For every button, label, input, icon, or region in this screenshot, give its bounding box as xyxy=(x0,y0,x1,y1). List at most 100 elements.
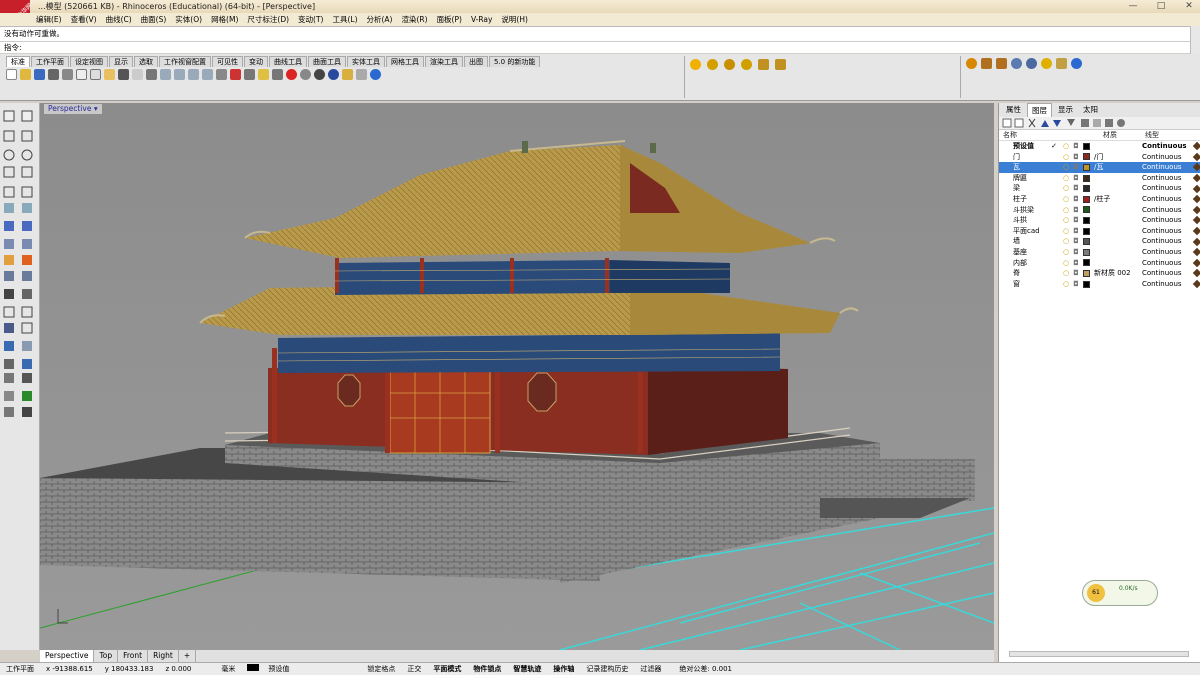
toolbar-tab[interactable]: 实体工具 xyxy=(347,56,385,67)
lock-icon[interactable]: ◘ xyxy=(1071,162,1081,173)
color-wheel-icon[interactable] xyxy=(286,69,297,80)
lock-icon[interactable]: ◘ xyxy=(1071,236,1081,247)
panel-scrollbar[interactable] xyxy=(1009,651,1189,657)
menu-item[interactable]: 面板(P) xyxy=(437,13,462,26)
new-file-icon[interactable] xyxy=(6,69,17,80)
pan-hand-icon[interactable] xyxy=(132,69,143,80)
lock-icon[interactable]: ◘ xyxy=(1071,183,1081,194)
layer-row[interactable]: 窗 ○ ◘ Continuous xyxy=(999,279,1200,290)
visibility-bulb-icon[interactable]: ○ xyxy=(1061,205,1071,216)
layer-color-swatch[interactable] xyxy=(1083,174,1090,182)
layer-color-swatch[interactable] xyxy=(1083,280,1090,288)
vray-light-icon[interactable] xyxy=(1056,58,1067,69)
menu-item[interactable]: 渲染(R) xyxy=(401,13,427,26)
panel-tab[interactable]: 属性 xyxy=(1002,103,1025,117)
toolbar-tab[interactable]: 渲染工具 xyxy=(425,56,463,67)
vray-options-icon[interactable] xyxy=(981,58,992,69)
layer-linetype[interactable]: Continuous xyxy=(1142,205,1194,216)
layer-color-swatch[interactable] xyxy=(1083,163,1090,171)
menu-item[interactable]: 编辑(E) xyxy=(36,13,62,26)
toolbar-tab[interactable]: 选取 xyxy=(134,56,158,67)
toolbar-tab[interactable]: 可见性 xyxy=(212,56,243,67)
layer-linetype[interactable]: Continuous xyxy=(1142,173,1194,184)
layer-row[interactable]: 梁 ○ ◘ Continuous xyxy=(999,183,1200,194)
toolbar-tab[interactable]: 5.0 的新功能 xyxy=(489,56,541,67)
close-button[interactable]: ✕ xyxy=(1182,0,1196,13)
lock-icon[interactable]: ◘ xyxy=(1071,268,1081,279)
layer-linetype[interactable]: Continuous xyxy=(1142,152,1194,163)
layer-color-swatch[interactable] xyxy=(1083,185,1090,193)
network-speed-widget[interactable]: 61 0.0K/s xyxy=(1082,580,1158,606)
visibility-bulb-icon[interactable]: ○ xyxy=(1061,173,1071,184)
visibility-bulb-icon[interactable]: ○ xyxy=(1061,141,1071,152)
panel-tab[interactable]: 显示 xyxy=(1054,103,1077,117)
layer-row[interactable]: 柱子 ○ ◘ /柱子 Continuous xyxy=(999,194,1200,205)
lock-icon[interactable]: ◘ xyxy=(1071,152,1081,163)
sun-light-icon[interactable] xyxy=(707,59,718,70)
undo-icon[interactable] xyxy=(118,69,129,80)
menu-item[interactable]: 分析(A) xyxy=(367,13,393,26)
layer-linetype[interactable]: Continuous xyxy=(1142,215,1194,226)
sun-sky-icon[interactable] xyxy=(741,59,752,70)
layer-color-swatch[interactable] xyxy=(1083,227,1090,235)
layer-row[interactable]: 斗拱 ○ ◘ Continuous xyxy=(999,215,1200,226)
menu-item[interactable]: 说明(H) xyxy=(501,13,528,26)
visibility-bulb-icon[interactable]: ○ xyxy=(1061,258,1071,269)
light-bulb-icon[interactable] xyxy=(258,69,269,80)
status-toggle[interactable]: 物件锁点 xyxy=(467,663,507,675)
status-toggle[interactable]: 记录建构历史 xyxy=(580,663,634,675)
vray-help-icon[interactable] xyxy=(1071,58,1082,69)
layer-row[interactable]: 基座 ○ ◘ Continuous xyxy=(999,247,1200,258)
toolbar-tab[interactable]: 工作视窗配置 xyxy=(159,56,211,67)
panel-tab[interactable]: 图层 xyxy=(1027,103,1052,117)
visibility-bulb-icon[interactable]: ○ xyxy=(1061,215,1071,226)
name-column-header[interactable]: 名称 xyxy=(999,130,1071,140)
visibility-bulb-icon[interactable]: ○ xyxy=(1061,268,1071,279)
toolbar-tab[interactable]: 显示 xyxy=(109,56,133,67)
viewport-tab[interactable]: + xyxy=(179,650,197,662)
visibility-bulb-icon[interactable]: ○ xyxy=(1061,247,1071,258)
open-folder-icon[interactable] xyxy=(20,69,31,80)
lock-icon[interactable]: ◘ xyxy=(1071,247,1081,258)
vray-render-icon[interactable] xyxy=(1011,58,1022,69)
layer-material[interactable]: /瓦 xyxy=(1094,162,1142,173)
vray-material-icon[interactable] xyxy=(966,58,977,69)
viewport-tab[interactable]: Top xyxy=(94,650,119,662)
menu-item[interactable]: 实体(O) xyxy=(175,13,202,26)
layout-icon[interactable] xyxy=(216,69,227,80)
current-layer-status[interactable]: 预设值 xyxy=(241,663,301,675)
minimize-button[interactable]: — xyxy=(1126,0,1140,13)
menu-item[interactable]: 查看(V) xyxy=(71,13,97,26)
layer-row[interactable]: 瓦 ○ ◘ /瓦 Continuous xyxy=(999,162,1200,173)
status-toggle[interactable]: 过滤器 xyxy=(634,663,667,675)
layer-linetype[interactable]: Continuous xyxy=(1142,141,1194,152)
sun-angle-icon[interactable] xyxy=(724,59,735,70)
cut-icon[interactable] xyxy=(76,69,87,80)
lock-icon[interactable]: ◘ xyxy=(1071,173,1081,184)
layer-linetype[interactable]: Continuous xyxy=(1142,162,1194,173)
layer-color-swatch[interactable] xyxy=(1083,259,1090,267)
toolbar-tab[interactable]: 网格工具 xyxy=(386,56,424,67)
render-sphere-icon[interactable] xyxy=(300,69,311,80)
layer-row[interactable]: 平面cad ○ ◘ Continuous xyxy=(999,226,1200,237)
linetype-column-header[interactable]: 线型 xyxy=(1145,130,1159,140)
status-toggle[interactable]: 正交 xyxy=(401,663,427,675)
vray-sun-icon[interactable] xyxy=(1041,58,1052,69)
vray-frame-icon[interactable] xyxy=(996,58,1007,69)
layer-color-swatch[interactable] xyxy=(1083,238,1090,246)
layer-color-swatch[interactable] xyxy=(1083,216,1090,224)
layer-row[interactable]: 斗拱梁 ○ ◘ Continuous xyxy=(999,205,1200,216)
layer-row[interactable]: 墙 ○ ◘ Continuous xyxy=(999,236,1200,247)
menu-item[interactable]: 变动(T) xyxy=(298,13,323,26)
layer-material[interactable]: /柱子 xyxy=(1094,194,1142,205)
layer-linetype[interactable]: Continuous xyxy=(1142,247,1194,258)
command-prompt[interactable]: 指令: xyxy=(0,41,1200,53)
visibility-bulb-icon[interactable]: ○ xyxy=(1061,226,1071,237)
menu-item[interactable]: 工具(L) xyxy=(332,13,357,26)
layer-color-swatch[interactable] xyxy=(1083,269,1090,277)
zoom-extents-icon[interactable] xyxy=(188,69,199,80)
menu-item[interactable]: 曲线(C) xyxy=(106,13,132,26)
toolbar-tab[interactable]: 设定视图 xyxy=(70,56,108,67)
lock-icon[interactable]: ◘ xyxy=(1071,141,1081,152)
zoom-window-icon[interactable] xyxy=(174,69,185,80)
